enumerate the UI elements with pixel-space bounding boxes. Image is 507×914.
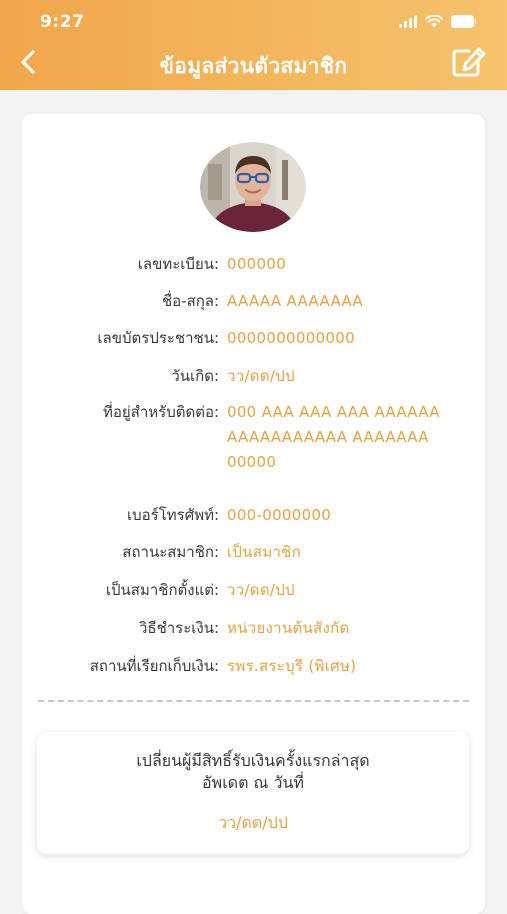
info-value: หน่วยงานต้นสังกัด [227, 619, 350, 637]
info-label: สถานที่เรียกเก็บเงิน [89, 657, 214, 675]
info-colon: : [214, 619, 220, 637]
info-label: สถานะสมาชิก [122, 543, 214, 561]
edit-button[interactable] [449, 44, 489, 84]
info-colon: : [214, 543, 220, 561]
status-icons [399, 15, 477, 28]
info-value: 000-0000000 [227, 506, 332, 524]
info-colon: : [214, 657, 220, 675]
info-value: 000000 [227, 255, 287, 273]
info-value: 000 AAA AAA AAA AAAAAA AAAAAAAAAAA AAAAA… [227, 403, 440, 471]
info-colon: : [214, 403, 220, 421]
app-header: 9:27 ข้อมูลส่วนตัวสมาชิก [0, 0, 507, 90]
info-label: ชื่อ-สกุล [161, 292, 214, 310]
status-bar: 9:27 [0, 0, 507, 44]
info-value: เป็นสมาชิก [227, 543, 302, 561]
info-label: วันเกิด [171, 367, 214, 385]
info-value: 0000000000000 [227, 329, 355, 347]
beneficiary-updated-date: วว/ดด/ปป [218, 813, 288, 832]
beneficiary-update-box[interactable]: เปลี่ยนผู้มีสิทธิ์รับเงินครั้งแรกล่าสุด … [37, 732, 469, 854]
signal-icon [399, 15, 417, 28]
avatar [200, 142, 306, 232]
edit-icon [451, 46, 487, 82]
info-colon: : [214, 255, 220, 273]
info-colon: : [214, 367, 220, 385]
info-label: ที่อยู่สำหรับติดต่อ [103, 403, 214, 421]
info-label: เลขทะเบียน [137, 255, 214, 273]
info-label: วิธีชำระเงิน [139, 619, 214, 637]
beneficiary-title: เปลี่ยนผู้มีสิทธิ์รับเงินครั้งแรกล่าสุด [136, 751, 370, 770]
status-time: 9:27 [40, 12, 85, 32]
battery-icon [451, 15, 477, 28]
info-label: เป็นสมาชิกตั้งแต่ [105, 581, 214, 599]
info-colon: : [214, 329, 220, 347]
wifi-icon [425, 15, 443, 28]
info-value: วว/ดด/ปป [227, 367, 295, 385]
info-value: รพร.สระบุรี (พิเศษ) [227, 657, 357, 675]
info-label: เบอร์โทรศัพท์ [126, 506, 214, 524]
member-info-card: เลขทะเบียน : 000000 ชื่อ-สกุล : AAAAA AA… [22, 114, 485, 914]
beneficiary-updated-label: อัพเดต ณ วันที่ [202, 773, 304, 792]
info-colon: : [214, 292, 220, 310]
info-value: AAAAA AAAAAAA [227, 292, 363, 310]
nav-bar: ข้อมูลส่วนตัวสมาชิก [0, 44, 507, 84]
info-colon: : [214, 506, 220, 524]
info-colon: : [214, 581, 220, 599]
page-title: ข้อมูลส่วนตัวสมาชิก [159, 54, 348, 78]
info-value: วว/ดด/ปป [227, 581, 295, 599]
dashed-divider [38, 700, 469, 702]
info-label: เลขบัตรประชาชน [97, 329, 214, 347]
